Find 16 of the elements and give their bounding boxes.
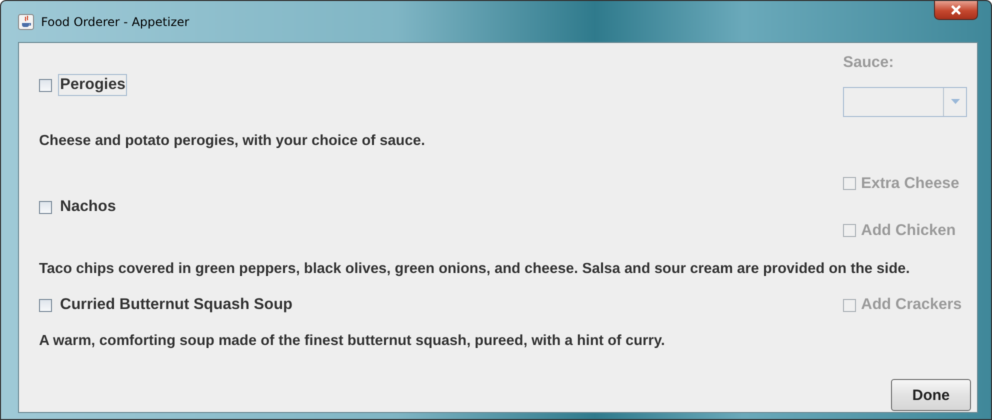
item-description: A warm, comforting soup made of the finest butternut squash, pureed, with a hint of curry.	[39, 332, 666, 351]
coffee-cup-icon	[18, 14, 34, 30]
item-description: Cheese and potato perogies, with your choice of sauce.	[39, 132, 426, 151]
close-button[interactable]	[934, 1, 978, 20]
checkbox-label[interactable]: Curried Butternut Squash Soup	[58, 294, 294, 316]
checkbox-label[interactable]: Nachos	[58, 196, 118, 218]
sauce-label: Sauce:	[843, 54, 894, 72]
checkbox[interactable]	[39, 78, 52, 92]
item-description: Taco chips covered in green peppers, black olives, green onions, and cheese. Salsa and sour cream are provided on the side.	[39, 260, 911, 279]
caret-icon	[950, 99, 960, 104]
close-icon	[950, 5, 962, 15]
window-title: Food Orderer - Appetizer	[41, 14, 190, 28]
done-button[interactable]: Done	[891, 379, 971, 411]
checkbox-label[interactable]: Perogies	[58, 74, 128, 96]
checkbox[interactable]	[39, 200, 52, 214]
checkbox[interactable]	[39, 298, 52, 312]
